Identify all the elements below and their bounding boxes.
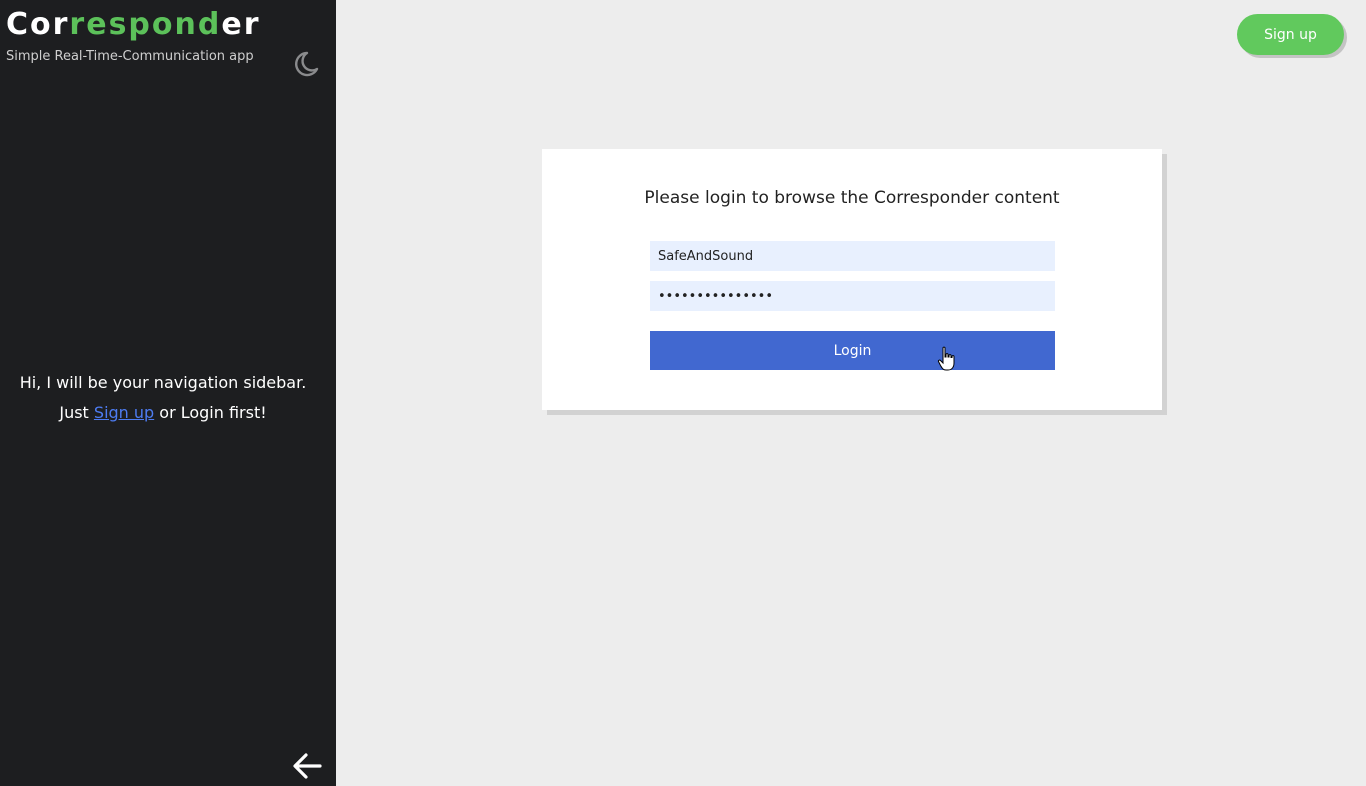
username-input[interactable]: [650, 241, 1055, 271]
app-tagline: Simple Real-Time-Communication app: [6, 49, 254, 64]
sidebar-message-suffix: or Login first!: [154, 403, 267, 422]
login-heading: Please login to browse the Corresponder …: [644, 188, 1060, 208]
sidebar-message-line2: Just Sign up or Login first!: [0, 398, 326, 428]
sidebar-message-line1: Hi, I will be your navigation sidebar.: [19, 373, 307, 392]
app-logo: Corresponder: [6, 5, 261, 45]
arrow-left-icon: [293, 753, 322, 779]
password-input[interactable]: [650, 281, 1055, 311]
logo-part-3: er: [221, 7, 261, 42]
theme-toggle-button[interactable]: [290, 49, 320, 79]
sidebar: Corresponder Simple Real-Time-Communicat…: [0, 0, 336, 786]
header-signup-button[interactable]: Sign up: [1237, 14, 1344, 55]
login-button[interactable]: Login: [650, 331, 1055, 370]
logo-part-2: respond: [69, 7, 222, 42]
login-card: Please login to browse the Corresponder …: [542, 149, 1162, 410]
sidebar-message-prefix: Just: [59, 403, 94, 422]
moon-icon: [295, 51, 319, 77]
logo-part-1: Cor: [6, 7, 70, 42]
collapse-sidebar-button[interactable]: [290, 750, 324, 782]
sidebar-welcome-message: Hi, I will be your navigation sidebar. J…: [0, 368, 326, 428]
sidebar-signup-link[interactable]: Sign up: [94, 403, 154, 422]
